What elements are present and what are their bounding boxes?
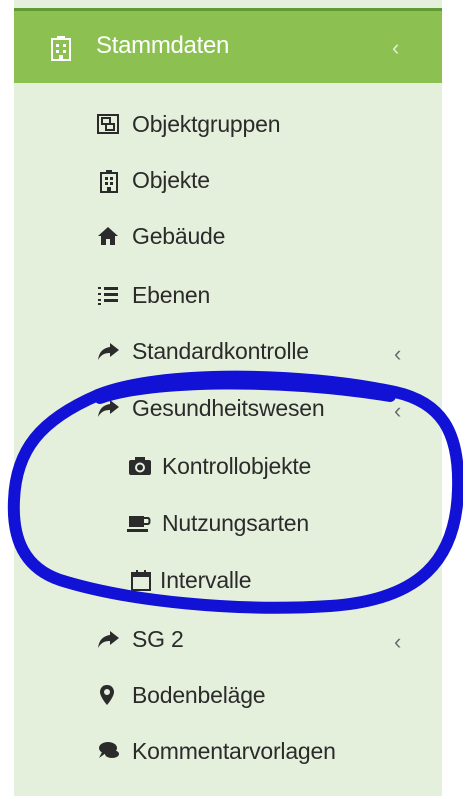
sidebar-item-standardkontrolle[interactable]: Standardkontrolle ‹	[80, 331, 442, 371]
chevron-left-icon: ‹	[394, 398, 402, 423]
sidebar-item-label: Standardkontrolle	[132, 338, 309, 364]
sidebar-item-gebaeude[interactable]: Gebäude	[80, 216, 442, 256]
sidebar-item-label: Gesundheitswesen	[132, 395, 325, 421]
camera-icon	[128, 455, 152, 477]
sidebar-item-bodenbelaege[interactable]: Bodenbeläge	[80, 675, 442, 715]
map-marker-icon	[98, 684, 122, 706]
sidebar-item-label: Bodenbeläge	[132, 682, 266, 708]
sidebar-item-label: Ebenen	[132, 282, 211, 308]
sidebar-header-label: Stammdaten	[96, 32, 230, 59]
list-ol-icon	[96, 284, 120, 306]
sidebar-item-label: Objekte	[132, 167, 210, 193]
share-arrow-icon	[96, 628, 120, 650]
sidebar-item-objektgruppen[interactable]: Objektgruppen	[80, 104, 442, 144]
sidebar-item-ebenen[interactable]: Ebenen	[80, 275, 442, 315]
chevron-left-icon: ‹	[392, 35, 400, 60]
building-icon	[98, 169, 122, 193]
sidebar-item-label: Kommentarvorlagen	[132, 738, 336, 764]
sidebar-item-intervalle[interactable]: Intervalle	[80, 560, 442, 600]
sidebar-header-stammdaten[interactable]: Stammdaten ‹	[14, 8, 442, 83]
calendar-icon	[130, 569, 154, 591]
sidebar-item-gesundheitswesen[interactable]: Gesundheitswesen ‹	[80, 388, 442, 428]
chevron-left-icon: ‹	[394, 341, 402, 366]
sidebar-item-nutzungsarten[interactable]: Nutzungsarten	[110, 503, 442, 543]
coffee-cup-icon	[126, 512, 151, 534]
sidebar-item-label: Intervalle	[160, 567, 252, 593]
sidebar-item-label: Kontrollobjekte	[162, 453, 312, 479]
sidebar-item-label: Gebäude	[132, 223, 226, 249]
sidebar-item-sg2[interactable]: SG 2 ‹	[80, 619, 442, 659]
sidebar-item-kommentarvorlagen[interactable]: Kommentarvorlagen	[80, 731, 442, 771]
home-icon	[96, 225, 120, 247]
building-icon	[50, 35, 72, 61]
object-group-icon	[96, 113, 120, 135]
sidebar-item-label: Objektgruppen	[132, 111, 281, 137]
sidebar-item-label: Nutzungsarten	[162, 510, 309, 536]
sidebar-item-label: SG 2	[132, 626, 184, 652]
sidebar-item-kontrollobjekte[interactable]: Kontrollobjekte	[110, 446, 442, 486]
chevron-left-icon: ‹	[394, 629, 402, 654]
comments-icon	[96, 740, 120, 762]
share-arrow-icon	[96, 397, 120, 419]
sidebar-item-objekte[interactable]: Objekte	[80, 160, 442, 200]
share-arrow-icon	[96, 340, 120, 362]
